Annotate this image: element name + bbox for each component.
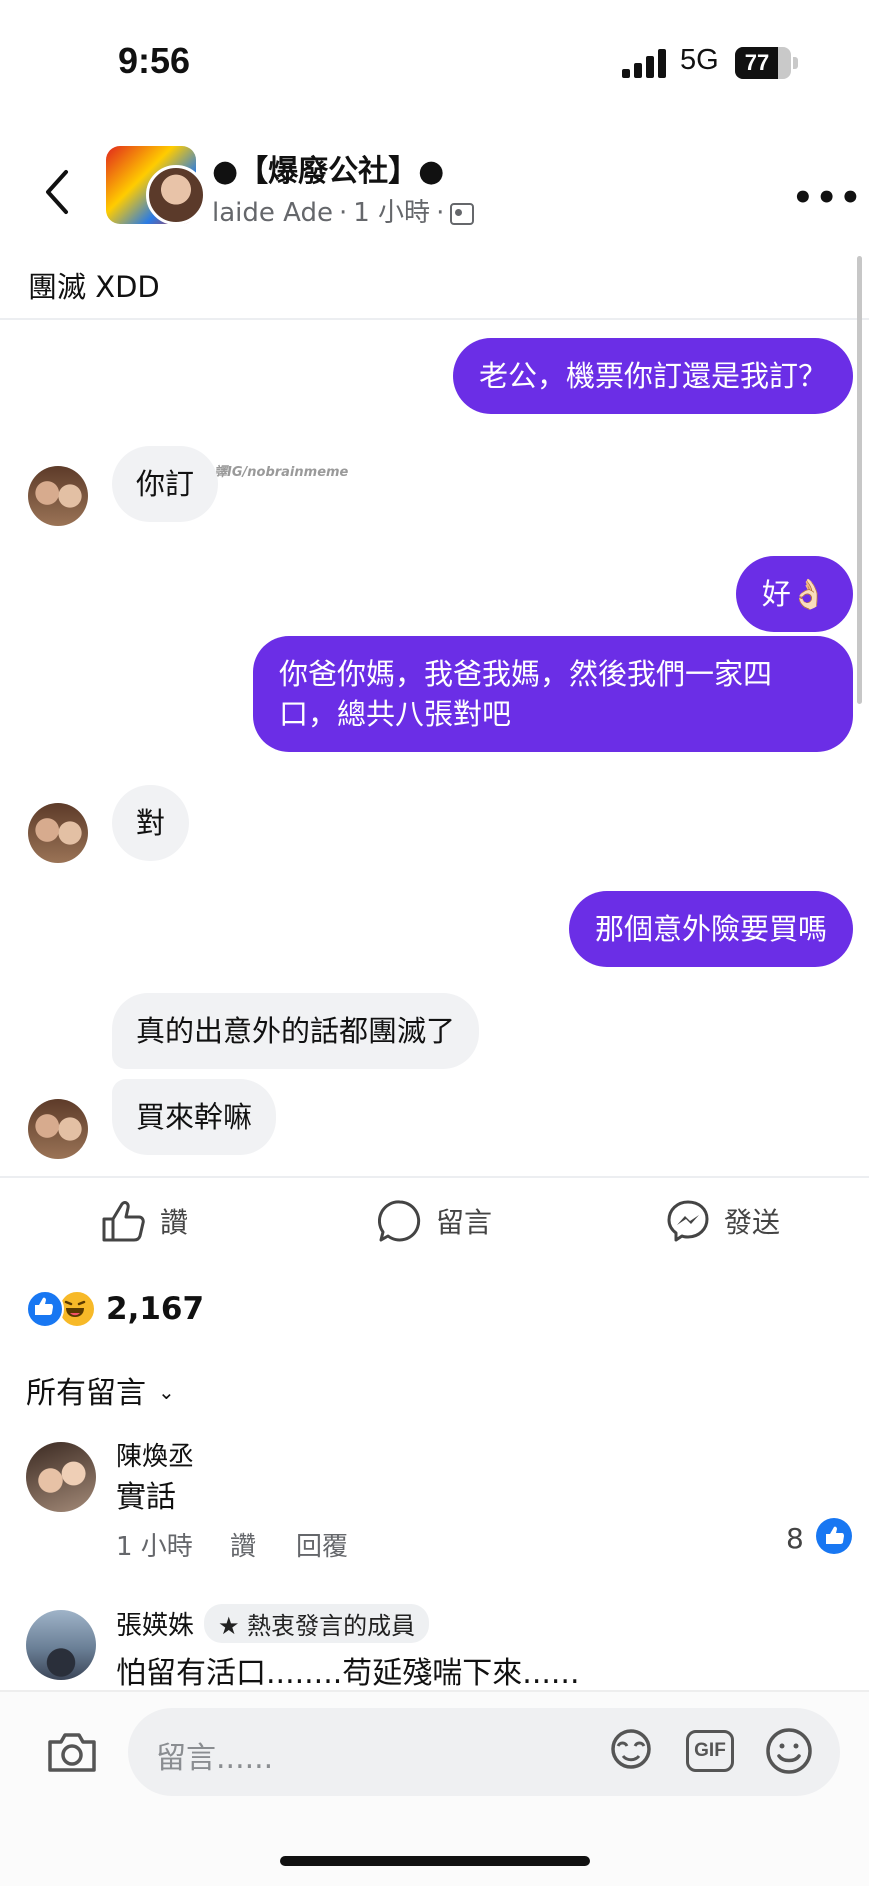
network-type: 5G: [680, 44, 719, 76]
comment-like-button[interactable]: 讚: [230, 1526, 256, 1563]
post-time[interactable]: 1 小時: [353, 198, 430, 228]
reaction-count: 2,167: [106, 1291, 205, 1327]
meta-separator: ·: [338, 198, 348, 228]
cellular-signal-icon: [622, 48, 668, 78]
post-caption: 團滅 XDD: [28, 270, 160, 304]
comment-label: 留言: [436, 1206, 493, 1239]
commenter-name-row: 張媖姝 ★ 熱衷發言的成員: [116, 1604, 430, 1643]
star-icon: ★: [218, 1612, 240, 1640]
author-name[interactable]: laide Ade: [212, 198, 333, 228]
commenter-avatar[interactable]: [26, 1442, 96, 1512]
battery-percent: 77: [744, 50, 770, 75]
thumbs-up-icon: [102, 1201, 145, 1242]
outgoing-message: 老公，機票你訂還是我訂？: [452, 338, 853, 414]
outgoing-message: 好👌🏻: [735, 556, 853, 632]
meta-separator: ·: [436, 198, 445, 228]
comment-bubble-icon: [378, 1200, 421, 1242]
messenger-icon: [667, 1200, 709, 1242]
like-button[interactable]: 讚: [100, 1196, 188, 1246]
commenter-name[interactable]: 陳煥丞: [116, 1436, 194, 1473]
more-options-icon[interactable]: •••: [792, 178, 863, 218]
outgoing-message: 那個意外險要買嗎: [568, 891, 853, 967]
group-name[interactable]: ●【爆廢公社】●: [212, 146, 444, 190]
battery-icon: 77: [735, 47, 791, 79]
contact-avatar: [28, 1099, 88, 1159]
emoji-icon[interactable]: [764, 1726, 814, 1780]
back-arrow-icon[interactable]: [36, 166, 80, 218]
photo-album-icon: [450, 203, 475, 225]
gif-button[interactable]: GIF: [686, 1730, 734, 1772]
like-reaction-icon: [26, 1290, 64, 1328]
post-meta: laide Ade · 1 小時 ·: [212, 192, 475, 229]
reaction-summary[interactable]: 2,167: [26, 1290, 204, 1328]
comment-reply-button[interactable]: 回覆: [296, 1526, 348, 1563]
incoming-message: 買來幹嘛: [112, 1079, 277, 1155]
contact-avatar: [28, 803, 88, 863]
status-time: 9:56: [118, 40, 191, 81]
commenter-avatar[interactable]: [26, 1610, 96, 1680]
avatar-sticker-icon[interactable]: [606, 1726, 656, 1780]
badge-label: 熱衷發言的成員: [247, 1612, 416, 1640]
battery-cap: [793, 57, 798, 69]
member-badge: ★ 熱衷發言的成員: [204, 1604, 430, 1643]
commenter-name[interactable]: 張媖姝: [116, 1611, 194, 1641]
like-label: 讚: [160, 1206, 189, 1239]
camera-icon[interactable]: [46, 1730, 98, 1778]
comment-placeholder: 留言......: [156, 1741, 274, 1776]
comment-text: 怕留有活口........苟延殘喘下來......: [116, 1656, 580, 1691]
outgoing-message: 你爸你媽，我爸我媽，然後我們一家四口，總共八張對吧: [253, 636, 853, 752]
scrollbar[interactable]: [857, 256, 862, 704]
comment-like-count: 8: [786, 1522, 804, 1555]
chevron-down-icon: ⌄: [158, 1380, 175, 1404]
comments-filter-dropdown[interactable]: 所有留言 ⌄: [26, 1368, 175, 1412]
comment-button[interactable]: 留言: [378, 1196, 492, 1246]
comment-time: 1 小時: [116, 1532, 193, 1562]
home-indicator[interactable]: [280, 1856, 590, 1866]
divider: [0, 318, 869, 320]
send-button[interactable]: 發送: [666, 1196, 780, 1246]
incoming-message: 對: [112, 785, 190, 861]
author-avatar[interactable]: [146, 165, 206, 225]
comments-filter-label: 所有留言: [26, 1376, 146, 1411]
send-label: 發送: [724, 1206, 781, 1239]
incoming-message: 真的出意外的話都團滅了: [112, 993, 480, 1069]
contact-avatar: [28, 466, 88, 526]
divider: [0, 1176, 869, 1178]
incoming-message: 你訂: [112, 446, 219, 522]
watermark: 譯IG/nobrainmeme: [214, 465, 349, 480]
comment-text: 實話: [116, 1480, 176, 1515]
like-reaction-icon: [816, 1518, 852, 1554]
